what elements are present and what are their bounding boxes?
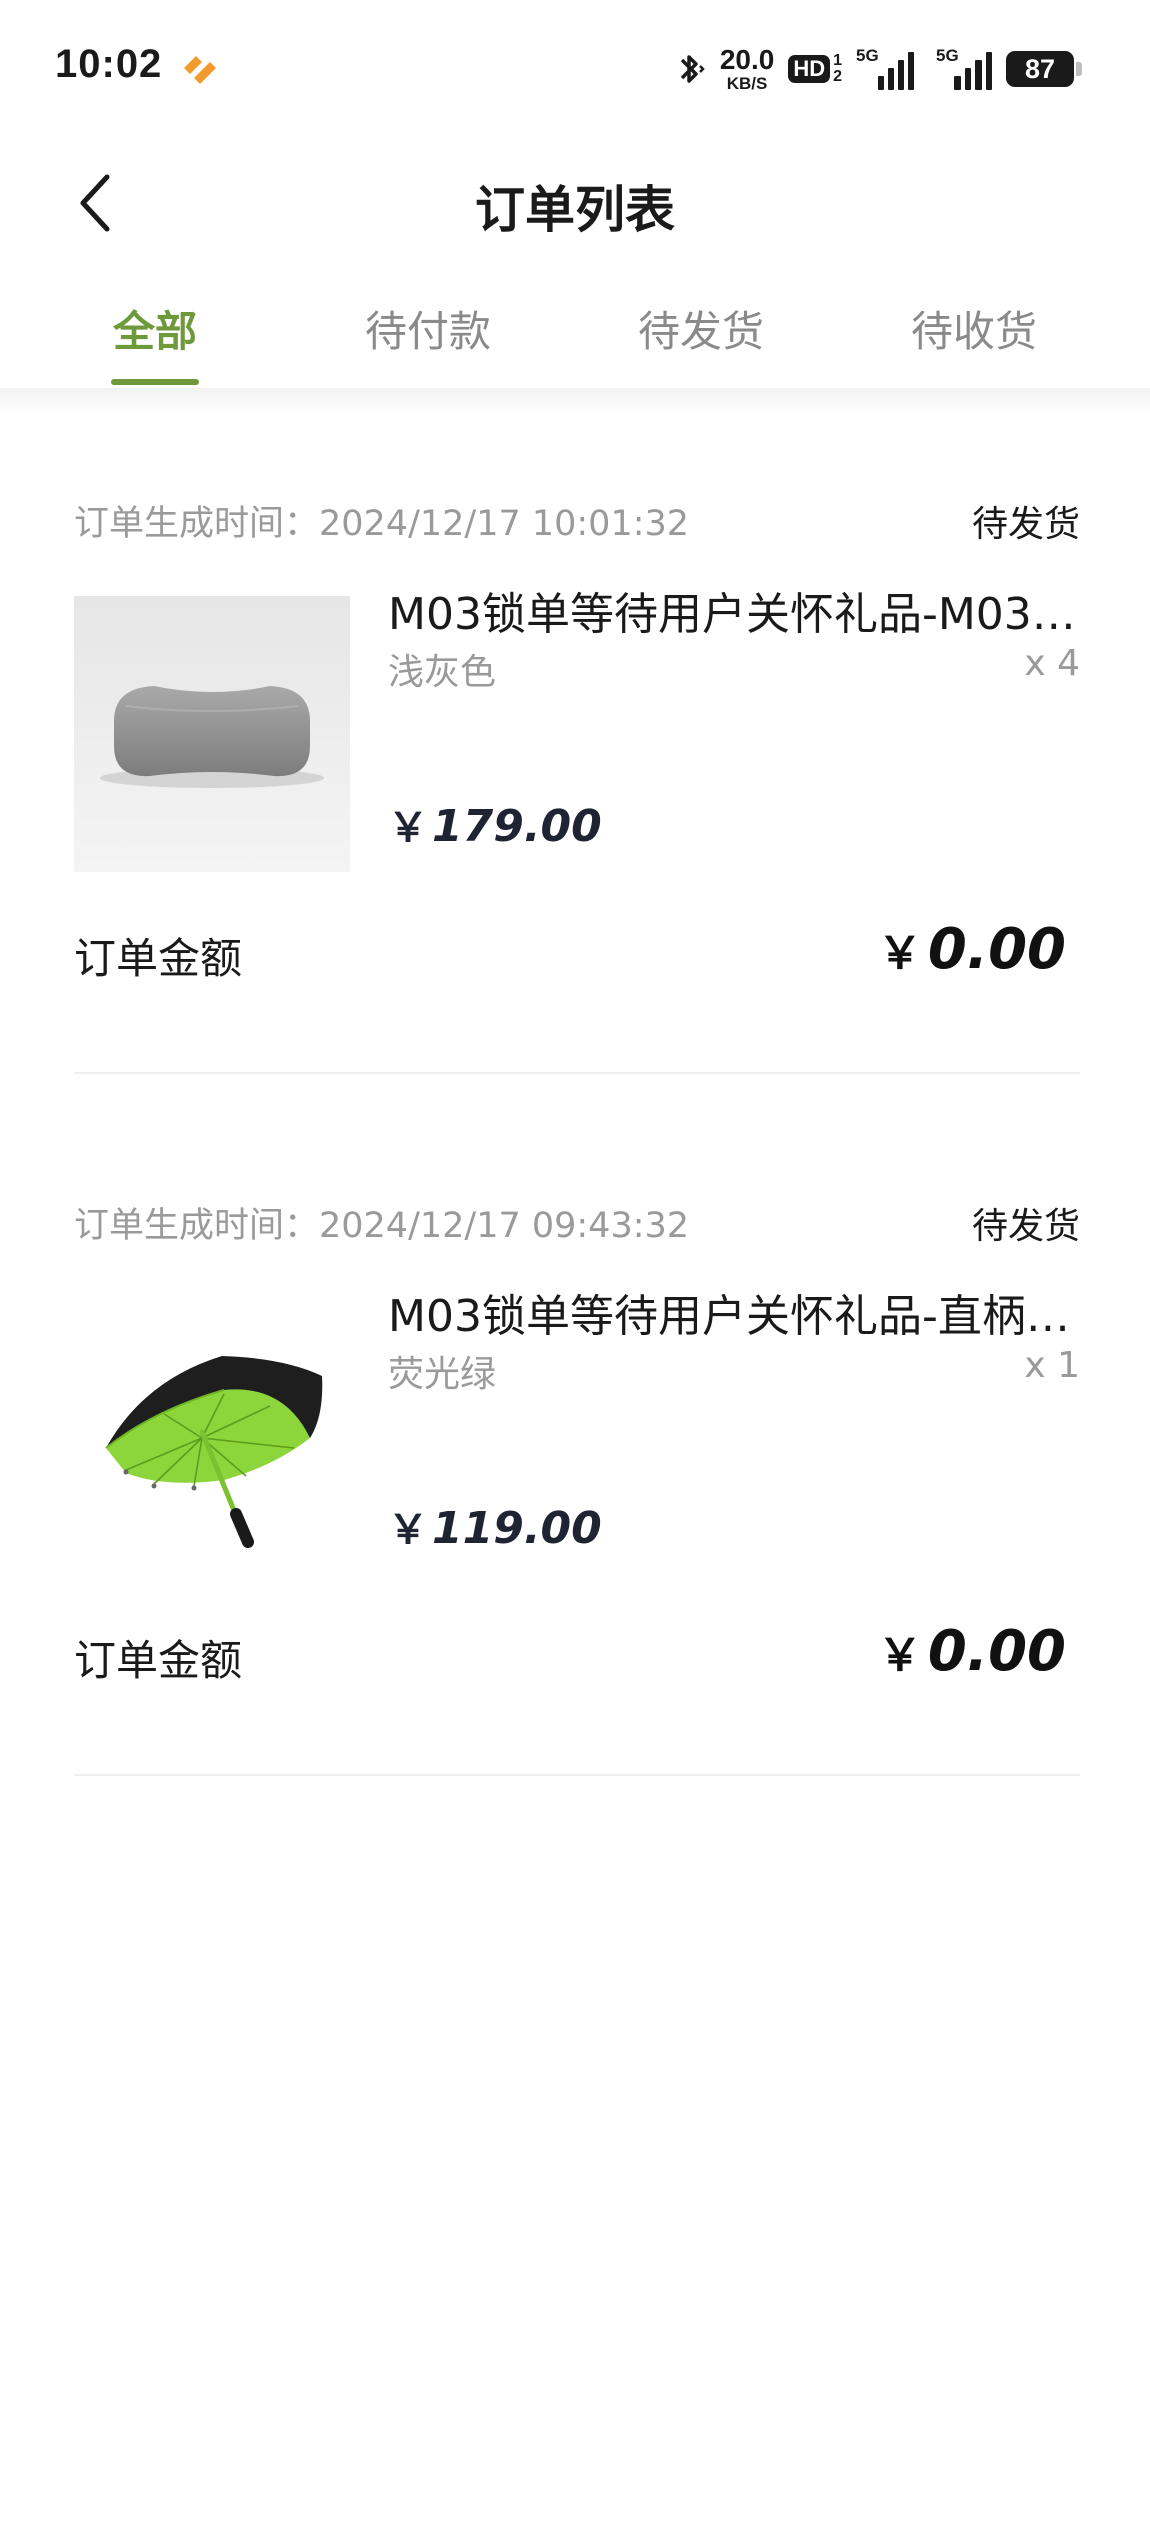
hd-volte-icon: HD 1 2 xyxy=(788,53,842,85)
currency-symbol: ￥ xyxy=(877,1630,922,1681)
hd-sub-top: 1 xyxy=(833,52,842,69)
product-name[interactable]: M03锁单等待用户关怀礼品-直柄… xyxy=(388,1280,1080,1344)
hd-sub-bottom: 2 xyxy=(833,68,842,85)
product-image-pillow[interactable] xyxy=(74,596,350,872)
order-status: 待发货 xyxy=(971,504,1080,545)
order-time: 订单生成时间：2024/12/17 09:43:32 xyxy=(74,1206,690,1246)
nav-header: 订单列表 xyxy=(0,140,1150,260)
page-title: 订单列表 xyxy=(475,181,675,239)
product-quantity: x 1 xyxy=(1024,1345,1080,1386)
battery-level: 87 xyxy=(1024,53,1056,84)
tab-pending-shipment[interactable]: 待发货 xyxy=(601,298,801,359)
app-notification-icon xyxy=(180,50,220,86)
product-price-value: 119.00 xyxy=(432,1503,602,1554)
hd-label: HD xyxy=(788,55,831,83)
order-total-amount: ￥ 0.00 xyxy=(878,917,1066,982)
order-total-amount: ￥ 0.00 xyxy=(878,1619,1066,1684)
tab-pending-payment[interactable]: 待付款 xyxy=(328,298,528,359)
order-divider xyxy=(74,1774,1080,1776)
order-total-label: 订单金额 xyxy=(74,934,243,983)
signal-1-label: 5G xyxy=(856,46,879,65)
order-status: 待发货 xyxy=(971,1206,1080,1247)
network-speed: 20.0 KB/S xyxy=(719,44,775,93)
currency-symbol: ￥ xyxy=(388,1507,428,1553)
tab-pending-receipt[interactable]: 待收货 xyxy=(874,298,1074,359)
order-card[interactable]: 订单生成时间：2024/12/17 10:01:32 待发货 M03锁单等待用户… xyxy=(74,495,1080,1085)
network-speed-unit: KB/S xyxy=(726,74,768,93)
currency-symbol: ￥ xyxy=(388,805,428,851)
order-total-value: 0.00 xyxy=(927,1619,1066,1684)
active-tab-indicator xyxy=(111,379,199,385)
product-price: ￥179.00 xyxy=(388,795,602,853)
order-total-label: 订单金额 xyxy=(74,1636,243,1685)
product-quantity: x 4 xyxy=(1024,643,1080,684)
order-card[interactable]: 订单生成时间：2024/12/17 09:43:32 待发货 M03锁单等待用户… xyxy=(74,1197,1080,1787)
battery-icon: 87 xyxy=(1006,51,1082,87)
product-price: ￥119.00 xyxy=(388,1497,602,1555)
status-indicators: 20.0 KB/S HD 1 2 5G 5G 87 xyxy=(676,44,1082,94)
signal-2-label: 5G xyxy=(936,46,959,65)
status-time: 10:02 xyxy=(55,42,163,86)
product-spec: 荧光绿 xyxy=(388,1354,497,1395)
tabs-shadow xyxy=(0,388,1150,414)
status-bar: 10:02 20.0 KB/S HD 1 2 5G 5G 87 xyxy=(0,0,1150,140)
product-spec: 浅灰色 xyxy=(388,652,497,693)
signal-5g-icon-2: 5G xyxy=(928,46,992,90)
signal-5g-icon-1: 5G xyxy=(856,46,914,90)
network-speed-value: 20.0 xyxy=(719,44,775,75)
order-total-value: 0.00 xyxy=(927,917,1066,982)
product-name[interactable]: M03锁单等待用户关怀礼品-M03… xyxy=(388,578,1080,642)
order-tabs: 全部 待付款 待发货 待收货 xyxy=(0,280,1150,390)
order-time: 订单生成时间：2024/12/17 10:01:32 xyxy=(74,504,690,544)
currency-symbol: ￥ xyxy=(877,928,922,979)
bluetooth-icon xyxy=(676,49,706,89)
order-divider xyxy=(74,1072,1080,1074)
product-price-value: 179.00 xyxy=(432,801,602,852)
product-image-umbrella[interactable] xyxy=(74,1298,350,1574)
tab-all[interactable]: 全部 xyxy=(55,298,255,359)
